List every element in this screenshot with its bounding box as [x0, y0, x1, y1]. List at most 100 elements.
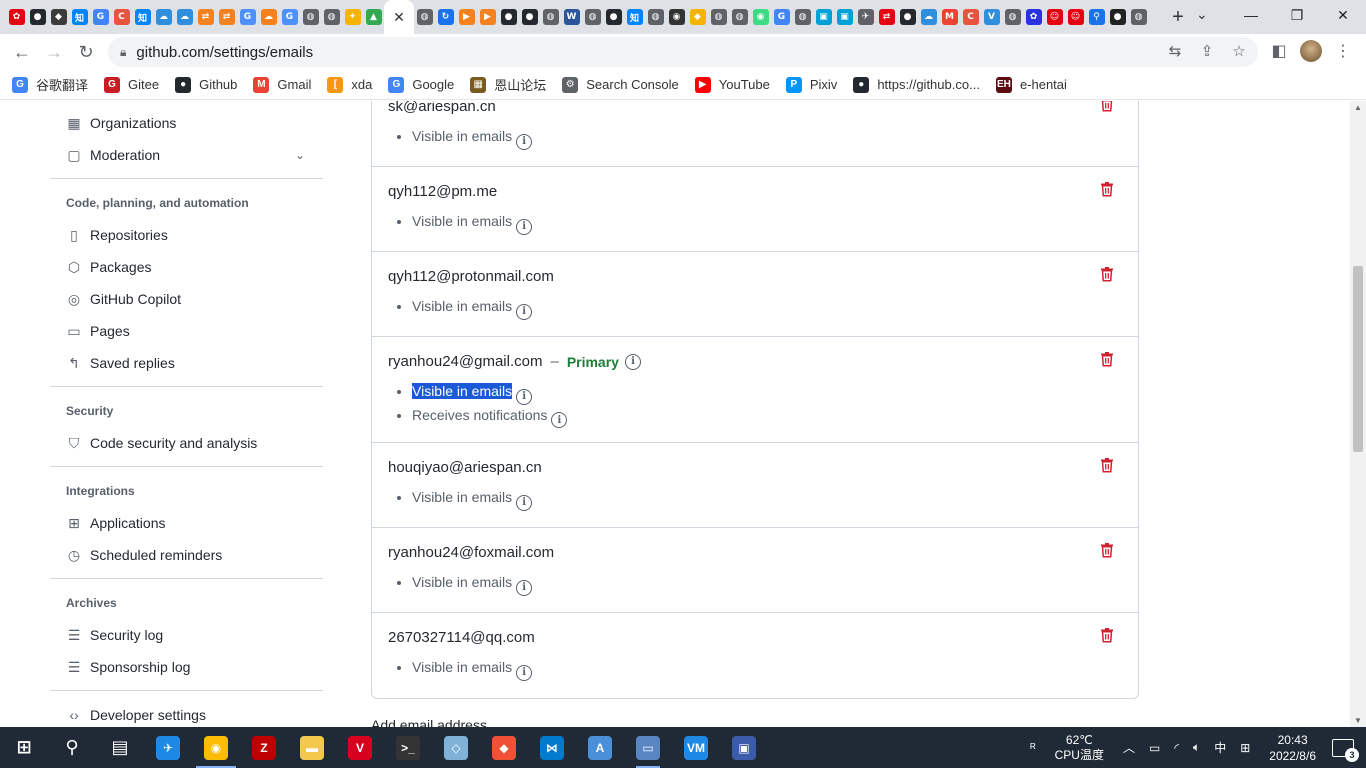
- bookmark-item[interactable]: G Gitee: [104, 76, 159, 93]
- clock[interactable]: 20:43 2022/8/6: [1269, 732, 1316, 764]
- taskbar-button[interactable]: V: [336, 727, 384, 768]
- taskbar-button[interactable]: ◇: [432, 727, 480, 768]
- sidebar-item-code-security-and-analysis[interactable]: ⛉ Code security and analysis: [51, 427, 323, 459]
- chevron-down-icon[interactable]: ⌄: [295, 148, 305, 162]
- back-icon[interactable]: ←: [6, 36, 38, 68]
- trash-icon[interactable]: [1100, 266, 1114, 282]
- browser-tab[interactable]: ☁: [153, 0, 174, 34]
- page-scrollbar[interactable]: ▲ ▼: [1350, 101, 1366, 727]
- browser-tab[interactable]: G: [237, 0, 258, 34]
- new-tab-button[interactable]: +: [1165, 4, 1191, 30]
- browser-tab[interactable]: W: [561, 0, 582, 34]
- bookmark-item[interactable]: EH e-hentai: [995, 76, 1067, 93]
- trash-icon[interactable]: [1100, 351, 1114, 367]
- active-tab[interactable]: ✕: [384, 0, 414, 34]
- bookmark-item[interactable]: M Gmail: [253, 76, 311, 93]
- browser-tab[interactable]: ◍: [582, 0, 603, 34]
- bookmark-item[interactable]: ⚙ Search Console: [562, 76, 679, 93]
- browser-tab[interactable]: G: [90, 0, 111, 34]
- trash-icon[interactable]: [1100, 457, 1114, 473]
- info-icon[interactable]: i: [516, 388, 533, 405]
- browser-tab[interactable]: ◍: [1128, 0, 1149, 34]
- sidebar-item-sponsorship-log[interactable]: ☰ Sponsorship log: [51, 651, 323, 683]
- browser-tab[interactable]: ⚲: [1086, 0, 1107, 34]
- bookmark-item[interactable]: P Pixiv: [785, 76, 837, 93]
- menu-icon[interactable]: ⋮: [1332, 36, 1354, 66]
- bookmark-item[interactable]: ● https://github.co...: [853, 76, 980, 93]
- trash-icon[interactable]: [1100, 101, 1114, 112]
- scrollbar-thumb[interactable]: [1353, 266, 1363, 452]
- browser-tab[interactable]: ◍: [729, 0, 750, 34]
- lock-icon[interactable]: 🔒︎: [120, 45, 126, 60]
- browser-tab[interactable]: ☁: [174, 0, 195, 34]
- volume-mute-icon[interactable]: 🔈︎: [1193, 740, 1200, 755]
- browser-tab[interactable]: 知: [69, 0, 90, 34]
- browser-tab[interactable]: ●: [27, 0, 48, 34]
- people-icon[interactable]: ᴿ: [1030, 741, 1035, 755]
- taskbar-button[interactable]: >_: [384, 727, 432, 768]
- trash-icon[interactable]: [1100, 181, 1114, 197]
- info-icon[interactable]: i: [516, 494, 533, 511]
- browser-tab[interactable]: ☁: [918, 0, 939, 34]
- browser-tab[interactable]: G: [771, 0, 792, 34]
- sidebar-item-scheduled-reminders[interactable]: ◷ Scheduled reminders: [51, 539, 323, 571]
- taskbar-button[interactable]: A: [576, 727, 624, 768]
- browser-tab[interactable]: ◍: [645, 0, 666, 34]
- taskbar-button[interactable]: ⊞: [0, 727, 48, 768]
- taskbar-button[interactable]: ▭: [624, 727, 672, 768]
- browser-tab[interactable]: ☺: [1044, 0, 1065, 34]
- bookmark-star-icon[interactable]: ☆: [1230, 42, 1248, 60]
- info-icon[interactable]: i: [516, 303, 533, 320]
- browser-tab[interactable]: G: [279, 0, 300, 34]
- browser-tab[interactable]: ⇄: [876, 0, 897, 34]
- wifi-icon[interactable]: ◜: [1174, 741, 1179, 755]
- browser-tab[interactable]: ▶: [456, 0, 477, 34]
- sidebar-item-moderation[interactable]: ▢ Moderation ⌄: [51, 139, 323, 171]
- info-icon[interactable]: i: [516, 218, 533, 235]
- taskbar-button[interactable]: ◆: [480, 727, 528, 768]
- notification-center-icon[interactable]: 3: [1332, 738, 1359, 762]
- taskbar-button[interactable]: ✈: [144, 727, 192, 768]
- address-bar[interactable]: 🔒︎ github.com/settings/emails ⇆ ⇪ ☆: [108, 37, 1258, 67]
- browser-tab[interactable]: ⇄: [195, 0, 216, 34]
- browser-tab[interactable]: ◍: [300, 0, 321, 34]
- taskbar-button[interactable]: VM: [672, 727, 720, 768]
- sidebar-item-saved-replies[interactable]: ↰ Saved replies: [51, 347, 323, 379]
- bookmark-item[interactable]: ● Github: [175, 76, 237, 93]
- browser-tab[interactable]: ▶: [477, 0, 498, 34]
- battery-icon[interactable]: ▭: [1149, 741, 1160, 755]
- side-panel-icon[interactable]: ◧: [1268, 36, 1290, 66]
- taskbar-button[interactable]: Z: [240, 727, 288, 768]
- browser-tab[interactable]: ◍: [792, 0, 813, 34]
- browser-tab[interactable]: ☁: [258, 0, 279, 34]
- browser-tab[interactable]: M: [939, 0, 960, 34]
- translate-page-icon[interactable]: ⇆: [1166, 42, 1184, 60]
- ime-indicator[interactable]: 中: [1214, 739, 1226, 756]
- minimize-icon[interactable]: —: [1228, 0, 1274, 30]
- info-icon[interactable]: i: [624, 353, 641, 370]
- taskbar-button[interactable]: ▬: [288, 727, 336, 768]
- browser-tab[interactable]: ✦: [342, 0, 363, 34]
- bookmark-item[interactable]: ▶ YouTube: [694, 76, 770, 93]
- close-tab-icon[interactable]: ✕: [393, 9, 405, 26]
- browser-tab[interactable]: ▣: [813, 0, 834, 34]
- trash-icon[interactable]: [1100, 627, 1114, 643]
- browser-tab[interactable]: ◍: [540, 0, 561, 34]
- browser-tab[interactable]: 知: [624, 0, 645, 34]
- taskbar-button[interactable]: ⚲: [48, 727, 96, 768]
- restore-icon[interactable]: ❐: [1274, 0, 1320, 30]
- sidebar-item-organizations[interactable]: ▦ Organizations: [51, 107, 323, 139]
- browser-tab[interactable]: ◍: [708, 0, 729, 34]
- bookmark-item[interactable]: [xda: [327, 76, 372, 93]
- browser-tab[interactable]: ●: [1107, 0, 1128, 34]
- info-icon[interactable]: i: [551, 412, 568, 428]
- browser-tab[interactable]: 知: [132, 0, 153, 34]
- browser-tab[interactable]: ✿: [6, 0, 27, 34]
- trash-icon[interactable]: [1100, 542, 1114, 558]
- browser-tab[interactable]: ⇄: [216, 0, 237, 34]
- tray-chevron-icon[interactable]: ︿: [1123, 739, 1135, 756]
- browser-tab[interactable]: ↻: [435, 0, 456, 34]
- info-icon[interactable]: i: [516, 579, 533, 596]
- profile-avatar[interactable]: [1300, 40, 1322, 62]
- browser-tab[interactable]: ◆: [48, 0, 69, 34]
